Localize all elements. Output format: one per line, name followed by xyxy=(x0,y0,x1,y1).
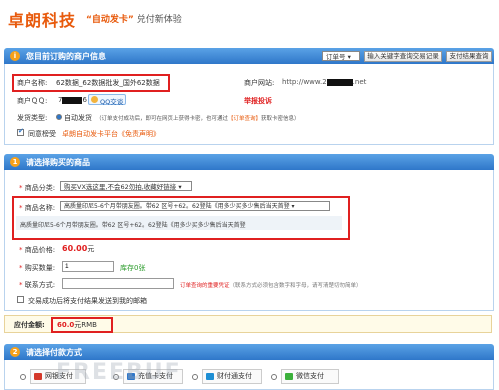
qq-chat-label: QQ交谈 xyxy=(100,98,124,106)
product-section-title: 请选择购买的商品 xyxy=(26,158,90,167)
delivery-note: （订单支付成功后，即可在网页上获得卡密，也可通过【订单查询】获取卡密信息） xyxy=(96,114,300,122)
contact-label: * 联系方式: xyxy=(19,281,56,289)
payment-method-tenpay[interactable]: 财付通支付 xyxy=(202,369,262,384)
step-one-icon: 1 xyxy=(10,157,20,167)
category-label: * 商品分类: xyxy=(19,184,56,192)
delivery-note-text: （订单支付成功后，即可在网页上获得卡密，也可通过 xyxy=(96,116,229,122)
qq-icon xyxy=(91,96,98,103)
agree-checkbox[interactable]: ✔ xyxy=(17,127,24,136)
merchant-name-value: 62数据_62数据批发_国外62数据 xyxy=(56,79,160,87)
site-slogan: “自动发卡” 兑付新体验 xyxy=(86,12,182,25)
website-redaction xyxy=(326,78,353,86)
product-name-select[interactable]: 高质量印尼5-6个月带朋友圈。带62 区号+62。62登陆《用多少买多少售后当天… xyxy=(60,201,330,211)
contact-input[interactable] xyxy=(62,278,174,289)
product-name-label: * 商品名称: xyxy=(19,204,56,212)
contact-note-important: 订单查询的重要凭证 xyxy=(180,283,230,289)
tenpay-icon xyxy=(206,373,214,380)
merchant-website-link[interactable]: http://www.2 .net xyxy=(282,78,366,86)
agree-label: 同意榜受 xyxy=(28,130,56,138)
qq-suffix: 6 xyxy=(82,96,87,104)
wechat-icon xyxy=(285,373,293,380)
qq-chat-button[interactable]: QQ交谈 xyxy=(88,94,126,106)
price-value: 60.00元 xyxy=(62,244,94,254)
slogan-highlight: “自动发卡” xyxy=(86,15,134,25)
category-value: 购买VX选这里,不会62勿拍,收藏好链接 xyxy=(64,183,177,191)
payment-method-wechat[interactable]: 微信支付 xyxy=(281,369,339,384)
query-input[interactable]: 输入关键字查询交易记录 xyxy=(364,51,442,62)
order-type-value: 订单号 xyxy=(326,53,346,61)
report-complaint-link[interactable]: 举报投诉 xyxy=(244,96,272,106)
quantity-label: * 购买数量: xyxy=(19,264,56,272)
site-header: 卓朗科技 “自动发卡” 兑付新体验 xyxy=(0,0,499,38)
email-result-checkbox[interactable] xyxy=(17,296,24,303)
price-amount: 60.00 xyxy=(62,244,88,253)
payment-status-button[interactable]: 支付结果查询 xyxy=(446,51,492,62)
payment-radio-wechat[interactable] xyxy=(271,374,277,380)
website-suffix: .net xyxy=(352,78,367,86)
payment-method-label: 微信支付 xyxy=(296,372,324,380)
check-icon: ✔ xyxy=(18,127,24,135)
merchant-website-label: 商户网站: xyxy=(244,79,275,87)
step-two-icon: 2 xyxy=(10,347,20,357)
contact-label-text: 联系方式: xyxy=(24,281,56,289)
merchant-qq-label: 商户ＱＱ: xyxy=(17,97,48,105)
payment-radio-bank[interactable] xyxy=(20,374,26,380)
total-label: 应付金额: xyxy=(14,321,45,329)
product-description: 高质量印尼5-6个月带朋友圈。带62 区号+62。62登陆《用多少买多少售后当天… xyxy=(20,222,246,229)
site-logo: 卓朗科技 xyxy=(8,11,77,30)
merchant-name-label: 商户名称: xyxy=(17,79,48,87)
merchant-qq-value: 76 xyxy=(58,96,87,104)
order-query-link[interactable]: 【订单查询】 xyxy=(228,116,261,122)
qq-redaction xyxy=(62,96,83,104)
delivery-note-tail: 获取卡密信息） xyxy=(261,116,300,122)
delivery-type-label: 发货类型: xyxy=(17,114,48,122)
quantity-label-text: 购买数量: xyxy=(24,264,56,272)
price-unit: 元 xyxy=(87,245,95,253)
disclaimer-link[interactable]: 卓朗自动发卡平台《免责声明》 xyxy=(62,129,160,139)
bank-card-icon xyxy=(34,373,42,380)
quantity-input[interactable] xyxy=(62,261,114,272)
payment-section-header: 2 请选择付款方式 xyxy=(4,344,494,360)
payment-section-title: 请选择付款方式 xyxy=(26,348,82,357)
contact-note-text: （联系方式必须包含数字和字母，请写清楚切勿简单） xyxy=(229,283,362,289)
price-label: * 商品价格: xyxy=(19,246,56,254)
website-prefix: http://www.2 xyxy=(282,78,327,86)
total-amount: 60.0元RMB xyxy=(57,320,97,330)
info-icon: i xyxy=(10,51,20,61)
email-result-label: 交易成功后将支付结果发送到我的邮箱 xyxy=(28,297,147,305)
order-type-select[interactable]: 订单号 ▾ xyxy=(322,51,360,61)
category-select[interactable]: 购买VX选这里,不会62勿拍,收藏好链接 ▾ xyxy=(60,181,192,191)
total-amount-unit: 元RMB xyxy=(74,321,97,329)
stock-text: 库存0张 xyxy=(120,264,146,272)
slogan-rest: 兑付新体验 xyxy=(136,15,182,25)
delivery-radio[interactable] xyxy=(56,114,62,120)
product-name-value: 高质量印尼5-6个月带朋友圈。带62 区号+62。62登陆《用多少买多少售后当天… xyxy=(64,203,290,210)
watermark: FREEBUF xyxy=(56,360,182,385)
product-section-header: 1 请选择购买的商品 xyxy=(4,154,494,170)
payment-radio-tenpay[interactable] xyxy=(192,374,198,380)
payment-method-label: 财付通支付 xyxy=(217,372,252,380)
price-label-text: 商品价格: xyxy=(24,246,56,254)
category-label-text: 商品分类: xyxy=(24,184,56,192)
delivery-value: 自动发货 xyxy=(64,114,92,122)
contact-note: 订单查询的重要凭证（联系方式必须包含数字和字母，请写清楚切勿简单） xyxy=(180,281,362,289)
product-name-label-text: 商品名称: xyxy=(24,204,56,212)
total-amount-value: 60.0 xyxy=(57,321,75,329)
merchant-section-title: 您目前订购的商户信息 xyxy=(26,52,106,61)
